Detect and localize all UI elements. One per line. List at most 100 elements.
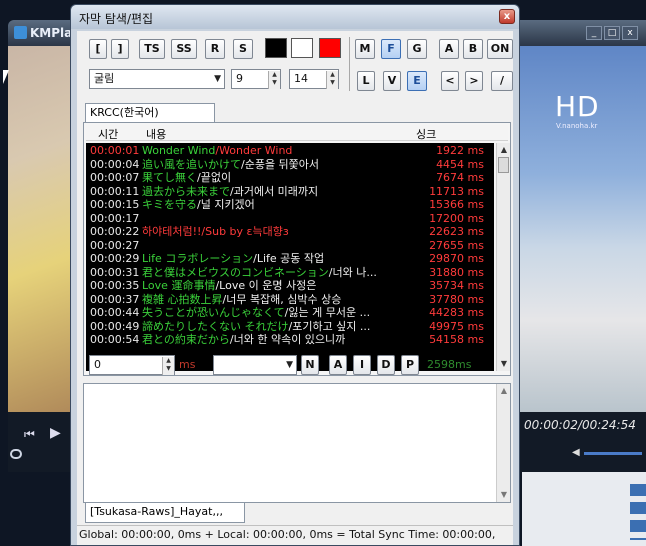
dialog-titlebar: 자막 탐색/편집 x — [71, 5, 519, 29]
l-button[interactable]: L — [357, 71, 375, 91]
column-content[interactable]: 내용 — [146, 126, 166, 142]
e-button[interactable]: E — [407, 71, 427, 91]
bracket-close-button[interactable]: ] — [111, 39, 129, 59]
row-sync-ms: 54158 ms — [429, 333, 484, 346]
next-button[interactable]: > — [465, 71, 483, 91]
on-button[interactable]: ON — [487, 39, 513, 59]
r-button[interactable]: R — [205, 39, 225, 59]
slash-button[interactable]: / — [491, 71, 513, 91]
subtitle-row[interactable]: 00:00:29 Life コラボレーション/Life 공동 작업 29870 ms — [86, 252, 494, 266]
font-select[interactable]: 굴림 ▼ — [89, 69, 225, 89]
row-content-original: 果てし無く — [142, 171, 197, 184]
sync-offset-input[interactable]: 0 ▲ ▼ — [89, 355, 175, 375]
row-content: キミを守る/널 지키겠어 — [142, 198, 412, 212]
tab-krcc[interactable]: KRCC(한국어) — [85, 103, 215, 123]
list-header: 시간 내용 싱크 — [86, 125, 508, 141]
row-time: 00:00:07 — [90, 171, 140, 184]
scroll-thumb[interactable] — [498, 157, 509, 173]
subtitle-row[interactable]: 00:00:01 Wonder Wind/Wonder Wind 1922 ms — [86, 144, 494, 158]
row-content-translation: 하야테처럼!!/Sub by ε늑대향з — [142, 225, 289, 238]
column-time[interactable]: 시간 — [98, 126, 118, 142]
font-size-stepper[interactable]: 9 ▲ ▼ — [231, 69, 281, 89]
g-button[interactable]: G — [407, 39, 427, 59]
spin-arrows-icon[interactable]: ▲ ▼ — [162, 357, 174, 375]
v-button[interactable]: V — [383, 71, 401, 91]
scroll-up-icon[interactable]: ▲ — [497, 143, 511, 157]
subtitle-row[interactable]: 00:00:31 君と僕はメビウスのコンビネーション/너와 나... 31880 m… — [86, 266, 494, 280]
d-button[interactable]: D — [377, 355, 395, 375]
f-button[interactable]: F — [381, 39, 401, 59]
volume-slider[interactable] — [584, 452, 642, 455]
hd-logo-sub: V.nanoha.kr — [556, 122, 598, 130]
scroll-down-icon[interactable]: ▼ — [497, 488, 511, 502]
m-button[interactable]: M — [355, 39, 375, 59]
font-size-value: 9 — [236, 72, 243, 85]
n-button[interactable]: N — [301, 355, 319, 375]
minimize-button[interactable]: _ — [586, 26, 602, 40]
seek-handle[interactable] — [10, 449, 22, 459]
subtitle-row[interactable]: 00:00:17 17200 ms — [86, 212, 494, 226]
row-time: 00:00:01 — [90, 144, 140, 157]
a-edit-button[interactable]: A — [329, 355, 347, 375]
subtitle-row[interactable]: 00:00:44 失うことが恐いんじゃなくて/잃는 게 무서운 ... 44283 … — [86, 306, 494, 320]
dialog-body: [ ] TS SS R S M F G A B ON 굴림 ▼ 9 ▲ ▼ 14 … — [77, 31, 513, 545]
column-sync[interactable]: 싱크 — [416, 126, 436, 142]
dialog-close-button[interactable]: x — [499, 9, 515, 24]
subtitle-row[interactable]: 00:00:22 하야테처럼!!/Sub by ε늑대향з 22623 ms — [86, 225, 494, 239]
maximize-button[interactable]: □ — [604, 26, 620, 40]
row-content-original: Wonder Wind — [142, 144, 216, 157]
close-button[interactable]: x — [622, 26, 638, 40]
subtitle-list-panel: 시간 내용 싱크 00:00:01 Wonder Wind/Wonder Wind… — [83, 122, 511, 376]
list-scrollbar[interactable]: ▲ ▼ — [496, 143, 510, 371]
color-swatch-white[interactable] — [291, 38, 313, 58]
subtitle-row[interactable]: 00:00:49 諦めたりしたくない それだけ/포기하고 싶지 ... 49975 … — [86, 320, 494, 334]
s-button[interactable]: S — [233, 39, 253, 59]
subtitle-row[interactable]: 00:00:54 君との約束だから/너와 한 약속이 있으니까 54158 ms — [86, 333, 494, 347]
spin-arrows-icon[interactable]: ▲ ▼ — [326, 71, 338, 89]
subtitle-row[interactable]: 00:00:11 過去から未来まで/과거에서 미래까지 11713 ms — [86, 185, 494, 199]
prev-button[interactable]: < — [441, 71, 459, 91]
play-icon[interactable]: ▶ — [50, 425, 61, 441]
current-ms-label: 2598ms — [427, 358, 472, 371]
ss-button[interactable]: SS — [171, 39, 197, 59]
subtitle-row[interactable]: 00:00:15 キミを守る/널 지키겠어 15366 ms — [86, 198, 494, 212]
row-sync-ms: 4454 ms — [436, 157, 484, 171]
row-sync-ms: 15366 ms — [429, 198, 484, 211]
desktop-icons — [630, 484, 646, 540]
sync-mode-select[interactable]: ▼ — [213, 355, 297, 375]
b-button[interactable]: B — [463, 39, 483, 59]
row-sync-ms: 35734 ms — [429, 279, 484, 292]
a-button[interactable]: A — [439, 39, 459, 59]
row-content-translation: /Love 이 운명 사정은 — [215, 279, 317, 292]
subtitle-text-editor[interactable]: ▲ ▼ — [83, 383, 511, 503]
row-content: 君と僕はメビウスのコンビネーション/너와 나... — [142, 266, 412, 280]
subtitle-list[interactable]: 00:00:01 Wonder Wind/Wonder Wind 1922 ms 00… — [86, 143, 494, 371]
row-sync-ms: 49975 ms — [429, 319, 484, 333]
row-content: 追い風を追いかけて/순풍을 뒤쫓아서 — [142, 158, 412, 172]
color-swatch-red[interactable] — [319, 38, 341, 58]
subtitle-row[interactable]: 00:00:37 複雑 心拍数上昇/너무 복잡해, 심박수 상승 37780 ms — [86, 293, 494, 307]
tab-file[interactable]: [Tsukasa-Raws]_Hayat,,, — [85, 503, 245, 523]
p-button[interactable]: P — [401, 355, 419, 375]
row-sync-ms: 7674 ms — [436, 171, 484, 184]
spin-arrows-icon[interactable]: ▲ ▼ — [268, 71, 280, 89]
subtitle-row[interactable]: 00:00:35 Love 運命事情/Love 이 운명 사정은 35734 ms — [86, 279, 494, 293]
row-content-translation: /순풍을 뒤쫓아서 — [241, 157, 320, 171]
i-button[interactable]: I — [353, 355, 371, 375]
editor-scrollbar[interactable]: ▲ ▼ — [496, 384, 510, 502]
subtitle-row[interactable]: 00:00:07 果てし無く/끝없이 7674 ms — [86, 171, 494, 185]
row-time: 00:00:49 — [90, 319, 140, 333]
volume-icon[interactable]: ◀ — [572, 447, 580, 458]
row-content-translation: /너무 복잡해, 심박수 상승 — [222, 292, 342, 306]
row-time: 00:00:04 — [90, 157, 140, 171]
bracket-open-button[interactable]: [ — [89, 39, 107, 59]
scroll-up-icon[interactable]: ▲ — [497, 384, 511, 398]
color-swatch-black[interactable] — [265, 38, 287, 58]
subtitle-row[interactable]: 00:00:04 追い風を追いかけて/순풍을 뒤쫓아서 4454 ms — [86, 158, 494, 172]
previous-icon[interactable]: ⏮ — [24, 427, 35, 442]
subtitle-row[interactable]: 00:00:27 27655 ms — [86, 239, 494, 253]
ts-button[interactable]: TS — [139, 39, 165, 59]
row-content: 果てし無く/끝없이 — [142, 171, 412, 185]
line-height-stepper[interactable]: 14 ▲ ▼ — [289, 69, 339, 89]
editor-controls: 0 ▲ ▼ ms ▼ N A I D P 2598ms — [83, 353, 511, 377]
